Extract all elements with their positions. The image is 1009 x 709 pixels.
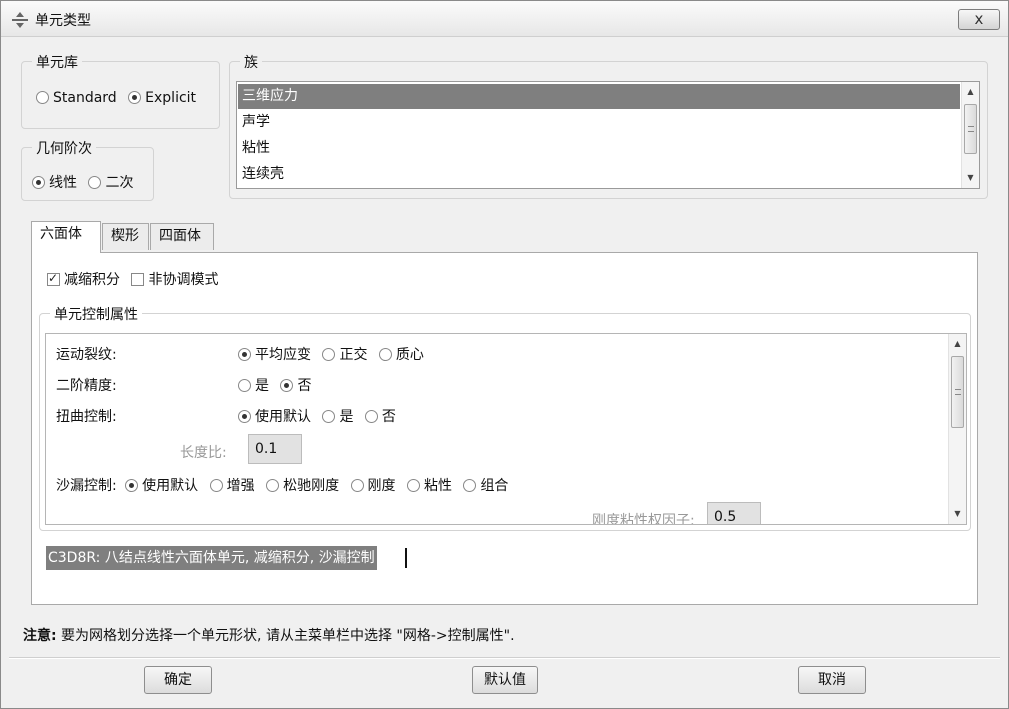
tab-hex[interactable]: 六面体 xyxy=(31,221,101,253)
element-type-dialog: 单元类型 x 单元库 Standard Explicit 几何阶次 线性 二次 … xyxy=(0,0,1009,709)
centroid-radio[interactable] xyxy=(378,348,392,361)
second-order-no-radio[interactable] xyxy=(280,379,294,392)
hourglass-relax-stiffness-radio[interactable] xyxy=(266,479,280,492)
controls-scroll-up-icon[interactable]: ▲ xyxy=(949,336,966,352)
close-button[interactable]: x xyxy=(958,9,1000,30)
distortion-no-radio[interactable] xyxy=(364,410,378,423)
hourglass-combined[interactable]: 组合 xyxy=(463,475,508,495)
scroll-up-icon[interactable]: ▲ xyxy=(962,84,979,100)
hourglass-relax-stiffness[interactable]: 松驰刚度 xyxy=(266,475,339,495)
cancel-button[interactable]: 取消 xyxy=(798,666,866,694)
kinematic-average-strain[interactable]: 平均应变 xyxy=(238,344,311,364)
app-icon xyxy=(12,12,28,28)
hourglass-enhanced-radio[interactable] xyxy=(209,479,223,492)
note-label: 注意: xyxy=(23,628,57,644)
note-text: 注意: 要为网格划分选择一个单元形状, 请从主菜单栏中选择 "网格->控制属性"… xyxy=(23,625,515,645)
second-order-options: 是 否 xyxy=(238,375,318,395)
standard-radio[interactable] xyxy=(36,91,49,104)
element-controls-scrollarea[interactable]: 运动裂纹: 平均应变 正交 质心 二阶精度: 是 否 扭曲控制: 使用默认 是 … xyxy=(45,333,967,525)
distortion-no[interactable]: 否 xyxy=(364,406,396,426)
defaults-button[interactable]: 默认值 xyxy=(472,666,538,694)
distortion-default[interactable]: 使用默认 xyxy=(238,406,311,426)
library-standard-option[interactable]: Standard xyxy=(36,90,117,106)
hourglass-viscous[interactable]: 粘性 xyxy=(406,475,452,495)
close-icon: x xyxy=(974,10,984,28)
reduced-integration-checkbox[interactable] xyxy=(47,271,60,286)
distortion-control-label: 扭曲控制: xyxy=(56,409,117,425)
controls-scrollbar[interactable]: ▲ ▼ xyxy=(948,334,966,524)
kinematic-orthogonal[interactable]: 正交 xyxy=(322,344,367,364)
stiffness-viscous-weight-field[interactable]: 0.5 xyxy=(707,502,761,524)
family-scrollbar[interactable]: ▲ ▼ xyxy=(961,82,979,188)
length-ratio-field[interactable]: 0.1 xyxy=(248,434,302,464)
explicit-radio[interactable] xyxy=(128,91,142,104)
average-strain-radio[interactable] xyxy=(238,348,251,361)
element-controls-label: 单元控制属性 xyxy=(50,304,142,324)
geometric-order-label: 几何阶次 xyxy=(32,138,96,158)
element-library-label: 单元库 xyxy=(32,52,82,72)
hourglass-control-label: 沙漏控制: xyxy=(56,478,117,494)
second-order-no[interactable]: 否 xyxy=(280,375,311,395)
quadratic-radio[interactable] xyxy=(88,176,102,189)
scroll-down-icon[interactable]: ▼ xyxy=(962,170,979,186)
reduced-integration-option[interactable]: 减缩积分 xyxy=(47,269,120,289)
geometric-order-group: 几何阶次 线性 二次 xyxy=(21,138,154,201)
family-item-3d-stress[interactable]: 三维应力 xyxy=(238,84,960,109)
footer-separator xyxy=(9,657,1000,659)
element-library-group: 单元库 Standard Explicit xyxy=(21,52,220,129)
family-item-viscous[interactable]: 粘性 xyxy=(238,136,960,161)
linear-radio[interactable] xyxy=(32,176,45,189)
distortion-yes-radio[interactable] xyxy=(322,410,336,423)
kinematic-split-label: 运动裂纹: xyxy=(56,347,117,363)
incompatible-modes-checkbox[interactable] xyxy=(131,273,145,286)
hourglass-combined-radio[interactable] xyxy=(463,479,477,492)
hourglass-control-row: 沙漏控制: 使用默认 增强 松驰刚度 刚度 粘性 组合 xyxy=(56,475,515,495)
kinematic-centroid[interactable]: 质心 xyxy=(378,344,424,364)
ok-button[interactable]: 确定 xyxy=(144,666,212,694)
orthogonal-radio[interactable] xyxy=(322,348,336,361)
distortion-control-options: 使用默认 是 否 xyxy=(238,406,403,426)
element-description[interactable]: C3D8R: 八结点线性六面体单元, 减缩积分, 沙漏控制 xyxy=(46,546,377,570)
second-order-yes[interactable]: 是 xyxy=(238,375,269,395)
second-order-accuracy-label: 二阶精度: xyxy=(56,378,117,394)
order-quadratic-option[interactable]: 二次 xyxy=(88,172,133,192)
hourglass-stiffness[interactable]: 刚度 xyxy=(350,475,396,495)
hourglass-enhanced[interactable]: 增强 xyxy=(209,475,255,495)
integration-options: 减缩积分 非协调模式 xyxy=(47,269,225,289)
hourglass-default-radio[interactable] xyxy=(125,479,139,492)
incompatible-modes-option[interactable]: 非协调模式 xyxy=(131,269,218,289)
hourglass-stiffness-radio[interactable] xyxy=(350,479,364,492)
hourglass-default[interactable]: 使用默认 xyxy=(125,475,198,495)
library-explicit-option[interactable]: Explicit xyxy=(128,90,196,106)
note-body: 要为网格划分选择一个单元形状, 请从主菜单栏中选择 "网格->控制属性". xyxy=(56,628,515,644)
tab-wedge[interactable]: 楔形 xyxy=(102,223,149,250)
controls-scroll-down-icon[interactable]: ▼ xyxy=(949,506,966,522)
distortion-yes[interactable]: 是 xyxy=(322,406,353,426)
family-item-acoustic[interactable]: 声学 xyxy=(238,110,960,135)
distortion-default-radio[interactable] xyxy=(238,410,251,423)
order-linear-option[interactable]: 线性 xyxy=(32,172,77,192)
text-caret xyxy=(405,548,407,568)
scroll-thumb[interactable] xyxy=(964,104,977,154)
stiffness-viscous-weight-label: 刚度粘性权因子: xyxy=(592,513,695,525)
family-list[interactable]: 三维应力 声学 粘性 连续壳 ▲ ▼ xyxy=(236,81,980,189)
controls-scroll-thumb[interactable] xyxy=(951,356,964,428)
family-label: 族 xyxy=(240,52,262,72)
hourglass-viscous-radio[interactable] xyxy=(406,479,420,492)
kinematic-split-options: 平均应变 正交 质心 xyxy=(238,344,431,364)
tab-tet[interactable]: 四面体 xyxy=(150,223,214,250)
second-order-yes-radio[interactable] xyxy=(238,379,251,392)
family-item-continuum-shell[interactable]: 连续壳 xyxy=(238,162,960,187)
title-bar: 单元类型 x xyxy=(1,1,1008,37)
length-ratio-label: 长度比: xyxy=(180,445,227,461)
window-title: 单元类型 xyxy=(35,13,91,29)
